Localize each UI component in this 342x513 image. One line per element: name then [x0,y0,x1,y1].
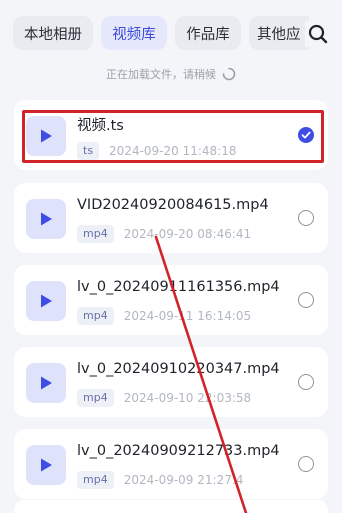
file-item[interactable] [14,500,328,513]
play-icon [41,129,52,143]
loading-text: 正在加载文件，请稍候 [106,68,216,81]
video-thumbnail [26,445,66,485]
select-radio[interactable] [298,374,314,390]
file-name: lv_0_20240910220347.mp4 [77,361,280,377]
search-icon [308,24,328,44]
file-name: 视频.ts [77,118,124,134]
file-name: lv_0_20240911161356.mp4 [77,279,280,295]
file-name: VID20240920084615.mp4 [77,197,269,213]
select-radio[interactable] [298,210,314,226]
play-icon [41,212,52,226]
tab-video-library[interactable]: 视频库 [101,16,167,50]
file-item[interactable]: lv_0_20240910220347.mp4 mp4 2024-09-10 2… [14,347,328,417]
select-radio[interactable] [298,292,314,308]
file-timestamp: 2024-09-20 08:46:41 [123,227,252,241]
tab-bar: 本地相册 视频库 作品库 其他应 [0,0,342,58]
file-type-badge: mp4 [77,307,114,325]
file-item[interactable]: VID20240920084615.mp4 mp4 2024-09-20 08:… [14,183,328,253]
play-icon [41,376,52,390]
file-timestamp: 2024-09-11 16:14:05 [123,309,252,323]
select-radio[interactable] [298,127,314,143]
file-timestamp: 2024-09-20 11:48:18 [109,144,237,158]
play-icon [41,458,52,472]
file-name: lv_0_20240909212733.mp4 [77,443,280,459]
file-type-badge: ts [77,142,100,160]
file-item[interactable]: lv_0_20240909212733.mp4 mp4 2024-09-09 2… [14,429,328,499]
tab-works-library[interactable]: 作品库 [175,16,241,50]
file-type-badge: mp4 [77,471,114,489]
video-thumbnail [26,116,66,156]
file-type-badge: mp4 [77,225,114,243]
play-icon [41,294,52,308]
search-button[interactable] [305,21,331,47]
select-radio[interactable] [298,456,314,472]
file-item[interactable]: 视频.ts ts 2024-09-20 11:48:18 [14,100,328,170]
video-thumbnail [26,281,66,321]
check-icon [301,131,311,139]
video-thumbnail [26,199,66,239]
file-timestamp: 2024-09-10 22:03:58 [123,391,252,405]
loading-status: 正在加载文件，请稍候 [0,64,342,84]
file-timestamp: 2024-09-09 21:27:4 [123,473,244,487]
file-type-badge: mp4 [77,389,114,407]
tab-local-album[interactable]: 本地相册 [13,16,93,50]
video-thumbnail [26,363,66,403]
video-picker-screen: 本地相册 视频库 作品库 其他应 正在加载文件，请稍候 视频.ts ts 202… [0,0,342,513]
loading-spinner-icon [222,67,236,81]
tab-other-apps[interactable]: 其他应 [249,16,309,50]
file-item[interactable]: lv_0_20240911161356.mp4 mp4 2024-09-11 1… [14,265,328,335]
